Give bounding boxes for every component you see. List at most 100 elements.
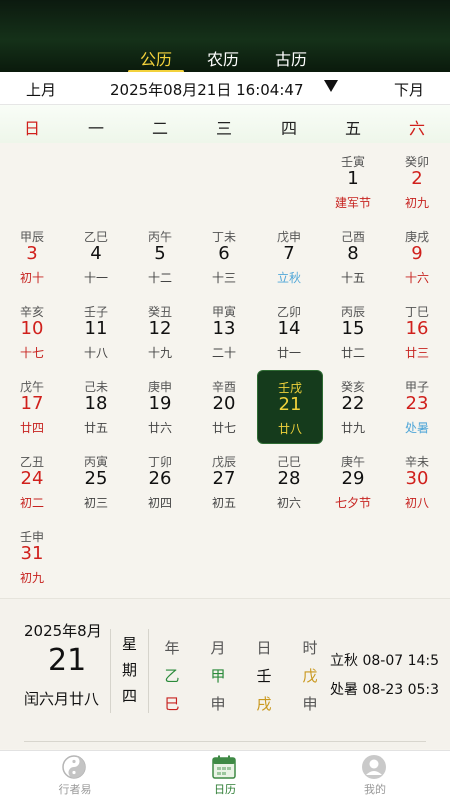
calendar-day[interactable]: 辛酉 20 廿七 xyxy=(192,370,256,442)
calendar-day[interactable]: 丁卯 26 初四 xyxy=(128,445,192,517)
calendar-day[interactable]: 甲子 23 处暑 xyxy=(385,370,449,442)
weekday-label: 六 xyxy=(408,119,425,138)
calendar-day[interactable]: 辛亥 10 十七 xyxy=(0,295,64,367)
tabbar-item-mine[interactable]: 我的 xyxy=(320,751,430,801)
calendar-day[interactable]: 己未 18 廿五 xyxy=(64,370,128,442)
calendar-day[interactable]: 乙丑 24 初二 xyxy=(0,445,64,517)
day-number: 28 xyxy=(277,468,301,489)
calendar-day[interactable]: 壬申 31 初九 xyxy=(0,520,64,592)
day-subtext: 廿七 xyxy=(211,421,236,435)
calendar-icon xyxy=(212,755,236,779)
detail-weekday: 星 期 四 xyxy=(122,631,140,709)
day-subtext: 初三 xyxy=(83,496,108,510)
ganzhi-branch: 戌 xyxy=(256,695,272,713)
day-subtext: 二十 xyxy=(211,346,236,360)
next-month-button[interactable]: 下月 xyxy=(394,79,424,100)
tabbar-label: 我的 xyxy=(364,783,386,796)
day-number: 26 xyxy=(148,468,172,489)
calendar-day[interactable]: 戊辰 27 初五 xyxy=(192,445,256,517)
calendar-day[interactable]: 庚申 19 廿六 xyxy=(128,370,192,442)
calendar-type-tabs: 公历 农历 古历 xyxy=(0,46,450,73)
calendar-day[interactable]: 乙巳 4 十一 xyxy=(64,220,128,292)
calendar-day[interactable]: 丙辰 15 廿二 xyxy=(321,295,385,367)
day-subtext: 廿六 xyxy=(147,421,172,435)
day-number: 6 xyxy=(218,243,230,264)
day-subtext: 建军节 xyxy=(334,196,371,210)
day-number: 31 xyxy=(20,543,44,564)
day-number: 16 xyxy=(405,318,429,339)
calendar-day[interactable]: 己巳 28 初六 xyxy=(257,445,321,517)
caret-down-icon[interactable] xyxy=(324,80,338,92)
day-subtext: 初二 xyxy=(19,496,44,510)
day-number: 8 xyxy=(347,243,359,264)
calendar-day[interactable]: 丙寅 25 初三 xyxy=(64,445,128,517)
calendar-day[interactable]: 癸亥 22 廿九 xyxy=(321,370,385,442)
day-subtext: 廿三 xyxy=(404,346,429,360)
tabbar-label: 日历 xyxy=(214,783,236,796)
tab-lunar[interactable]: 农历 xyxy=(207,46,239,70)
calendar-day[interactable]: 戊申 7 立秋 xyxy=(257,220,321,292)
calendar-day[interactable]: 癸丑 12 十九 xyxy=(128,295,192,367)
tab-ancient[interactable]: 古历 xyxy=(275,46,307,70)
day-subtext: 初九 xyxy=(19,571,44,585)
ganzhi-branch: 申 xyxy=(210,695,226,713)
calendar-grid: 壬寅 1 建军节 癸卯 2 初九 甲辰 3 初十 乙巳 4 十一 丙午 5 十二 丁未 6 十三 戊申 7 立秋 己酉 8 十… xyxy=(0,145,450,597)
calendar-day[interactable]: 壬子 11 十八 xyxy=(64,295,128,367)
day-number: 21 xyxy=(278,394,302,415)
ganzhi-stem: 壬 xyxy=(256,667,272,685)
calendar-day[interactable]: 甲辰 3 初十 xyxy=(0,220,64,292)
day-detail-panel: 2025年8月 21 闰六月廿八 星 期 四 年 乙 巳 月 甲 申 日 壬 戌… xyxy=(0,598,450,749)
calendar-day[interactable]: 己酉 8 十五 xyxy=(321,220,385,292)
divider xyxy=(24,741,426,742)
ganzhi-stem: 甲 xyxy=(210,667,226,685)
weekday-label: 四 xyxy=(280,119,297,138)
tabbar-item-calendar[interactable]: 日历 xyxy=(170,751,280,801)
detail-year-month: 2025年8月 xyxy=(24,622,102,640)
day-number: 11 xyxy=(84,318,108,339)
tabbar-item-xingzheyi[interactable]: 行者易 xyxy=(20,751,130,801)
day-subtext: 十七 xyxy=(19,346,44,360)
day-number: 3 xyxy=(26,243,38,264)
weekday-char: 星 xyxy=(122,635,138,653)
prev-month-button[interactable]: 上月 xyxy=(26,79,56,100)
ganzhi-branch: 申 xyxy=(302,695,318,713)
current-datetime[interactable]: 2025年08月21日 16:04:47 xyxy=(110,79,303,100)
calendar-day[interactable]: 癸卯 2 初九 xyxy=(385,145,449,217)
day-subtext: 十九 xyxy=(147,346,172,360)
calendar-day-today[interactable]: 壬戌 21 廿八 xyxy=(257,370,323,444)
day-subtext: 廿四 xyxy=(19,421,44,435)
divider xyxy=(148,629,149,713)
weekday-label: 一 xyxy=(87,119,104,138)
day-number: 22 xyxy=(341,393,365,414)
header-banner: 公历 农历 古历 xyxy=(0,0,450,73)
calendar-day[interactable]: 戊午 17 廿四 xyxy=(0,370,64,442)
calendar-day[interactable]: 壬寅 1 建军节 xyxy=(321,145,385,217)
day-number: 17 xyxy=(20,393,44,414)
day-number: 12 xyxy=(148,318,172,339)
day-subtext: 十八 xyxy=(83,346,108,360)
day-number: 10 xyxy=(20,318,44,339)
detail-lunar-date: 闰六月廿八 xyxy=(24,690,100,708)
month-nav-bar: 上月 2025年08月21日 16:04:47 下月 xyxy=(0,72,450,105)
ganzhi-head: 年 xyxy=(164,639,180,657)
calendar-day[interactable]: 丁未 6 十三 xyxy=(192,220,256,292)
calendar-day[interactable]: 辛未 30 初八 xyxy=(385,445,449,517)
ganzhi-head: 时 xyxy=(302,639,318,657)
calendar-day[interactable]: 庚戌 9 十六 xyxy=(385,220,449,292)
taiji-icon xyxy=(62,755,86,779)
day-subtext: 处暑 xyxy=(404,421,429,435)
calendar-day[interactable]: 甲寅 13 二十 xyxy=(192,295,256,367)
day-subtext: 十一 xyxy=(83,271,108,285)
day-number: 4 xyxy=(90,243,102,264)
day-number: 27 xyxy=(212,468,236,489)
calendar-day[interactable]: 丁巳 16 廿三 xyxy=(385,295,449,367)
calendar-day[interactable]: 庚午 29 七夕节 xyxy=(321,445,385,517)
ganzhi-hour-column: 时 戊 申 xyxy=(298,637,322,721)
calendar-day[interactable]: 丙午 5 十二 xyxy=(128,220,192,292)
calendar-day[interactable]: 乙卯 14 廿一 xyxy=(257,295,321,367)
day-number: 30 xyxy=(405,468,429,489)
solar-term-item: 处暑 08-23 05:3 xyxy=(330,682,440,698)
ganzhi-branch: 巳 xyxy=(164,695,180,713)
tab-gregorian[interactable]: 公历 xyxy=(140,46,172,70)
day-subtext: 十二 xyxy=(147,271,172,285)
